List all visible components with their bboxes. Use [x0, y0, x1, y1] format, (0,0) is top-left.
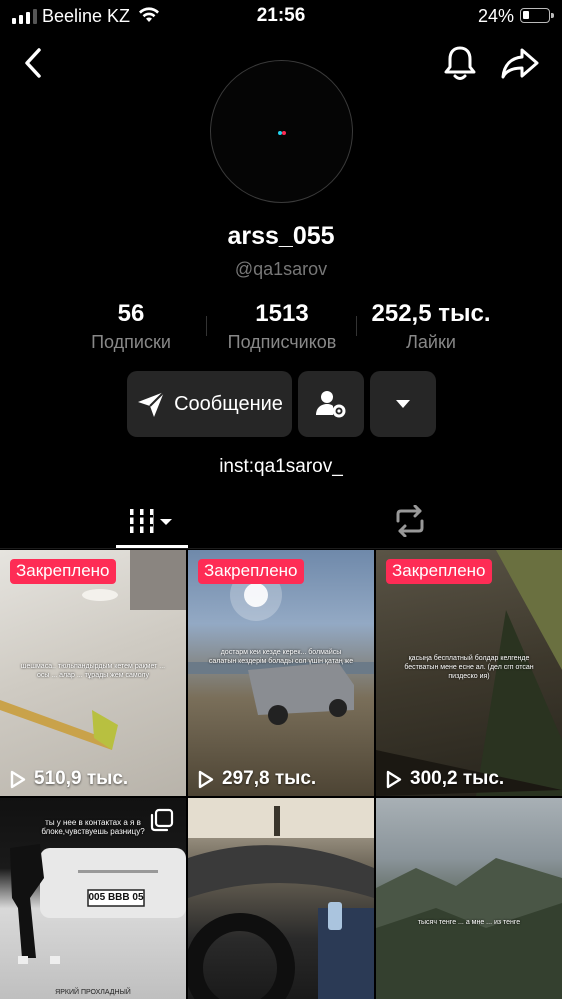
video-thumbnail[interactable]: Закреплено шешмаса.. тюльпандырдым кетем…: [0, 550, 186, 796]
following-count: 56: [117, 300, 145, 327]
video-caption: қасыңа бесплатный болдар келгенде бества…: [404, 655, 534, 680]
video-thumbnail[interactable]: Закреплено достарм кеи кездe керек... бо…: [188, 550, 374, 796]
profile-bio[interactable]: inst:qa1sarov_: [0, 456, 562, 478]
followers-label: Подписчиков: [227, 332, 337, 352]
repost-icon: [396, 505, 424, 537]
view-count-text: 300,2 тыс.: [410, 768, 505, 789]
video-thumbnail[interactable]: [188, 798, 374, 999]
user-settings-icon: [316, 391, 346, 418]
video-thumbnail[interactable]: тысяч тенге ... а мне ... из тенге: [376, 798, 562, 999]
stat-divider: [356, 316, 357, 336]
play-icon: [198, 770, 214, 788]
thumbnail-image: [188, 569, 374, 725]
video-caption: шешмаса.. тюльпандырдым кетем рақмет ...…: [20, 663, 166, 679]
photo-thumbnail[interactable]: ты у нее в контактах а я в блоке,чувству…: [0, 798, 186, 999]
license-plate: 005 BBB 05: [88, 892, 144, 903]
photo-caption: ты у нее в контактах а я в блоке,чувству…: [41, 818, 145, 836]
video-thumbnail[interactable]: Закреплено қасыңа бесплатный болдар келг…: [376, 550, 562, 796]
likes-label: Лайки: [406, 332, 456, 352]
profile-username: @qa1sarov: [234, 259, 328, 279]
tabs-divider: [0, 548, 562, 549]
video-grid-icon: [127, 509, 172, 533]
view-count: 300,2 тыс.: [386, 768, 504, 790]
share-icon[interactable]: [500, 44, 540, 82]
thumbnail-image: [376, 858, 562, 999]
photo-bottom-text: ЯРКИЙ ПРОХЛАДНЫЙ: [55, 989, 131, 996]
battery-percent: 24%: [477, 6, 514, 26]
caret-down-icon: [396, 400, 410, 408]
tab-videos[interactable]: [116, 495, 188, 547]
thumbnail-image: [188, 798, 374, 999]
battery-icon: [520, 8, 554, 23]
avatar-logo-dot: [282, 131, 286, 135]
tab-reposts[interactable]: [380, 495, 440, 547]
message-button[interactable]: Сообщение: [127, 371, 292, 437]
followers-stat[interactable]: 1513 Подписчиков: [212, 300, 352, 353]
pinned-badge: Закреплено: [10, 559, 116, 584]
video-caption: достарм кеи кездe керек... болмайсы сала…: [208, 649, 354, 665]
view-count: 510,9 тыс.: [10, 768, 128, 790]
pinned-badge: Закреплено: [198, 559, 304, 584]
more-options-button[interactable]: [370, 371, 436, 437]
likes-count: 252,5 тыс.: [371, 300, 491, 327]
bell-icon[interactable]: [442, 44, 478, 82]
send-icon: [138, 391, 165, 417]
chevron-left-icon[interactable]: [18, 44, 48, 82]
view-count-text: 510,9 тыс.: [34, 768, 129, 789]
stat-divider: [206, 316, 207, 336]
avatar[interactable]: [210, 60, 353, 203]
status-bar: Beeline KZ 21:56 24%: [0, 0, 562, 34]
pinned-badge: Закреплено: [386, 559, 492, 584]
play-icon: [10, 770, 26, 788]
battery-level: [523, 11, 529, 19]
followers-count: 1513: [255, 300, 309, 327]
message-button-label: Сообщение: [174, 392, 283, 415]
following-label: Подписки: [91, 332, 171, 352]
following-stat[interactable]: 56 Подписки: [76, 300, 186, 353]
view-count: 297,8 тыс.: [198, 768, 316, 790]
follow-settings-button[interactable]: [298, 371, 364, 437]
profile-display-name: arss_055: [227, 222, 335, 250]
view-count-text: 297,8 тыс.: [222, 768, 317, 789]
likes-stat[interactable]: 252,5 тыс. Лайки: [360, 300, 502, 353]
video-caption: тысяч тенге ... а мне ... из тенге: [417, 919, 521, 926]
play-icon: [386, 770, 402, 788]
photo-carousel-icon: [150, 808, 174, 832]
